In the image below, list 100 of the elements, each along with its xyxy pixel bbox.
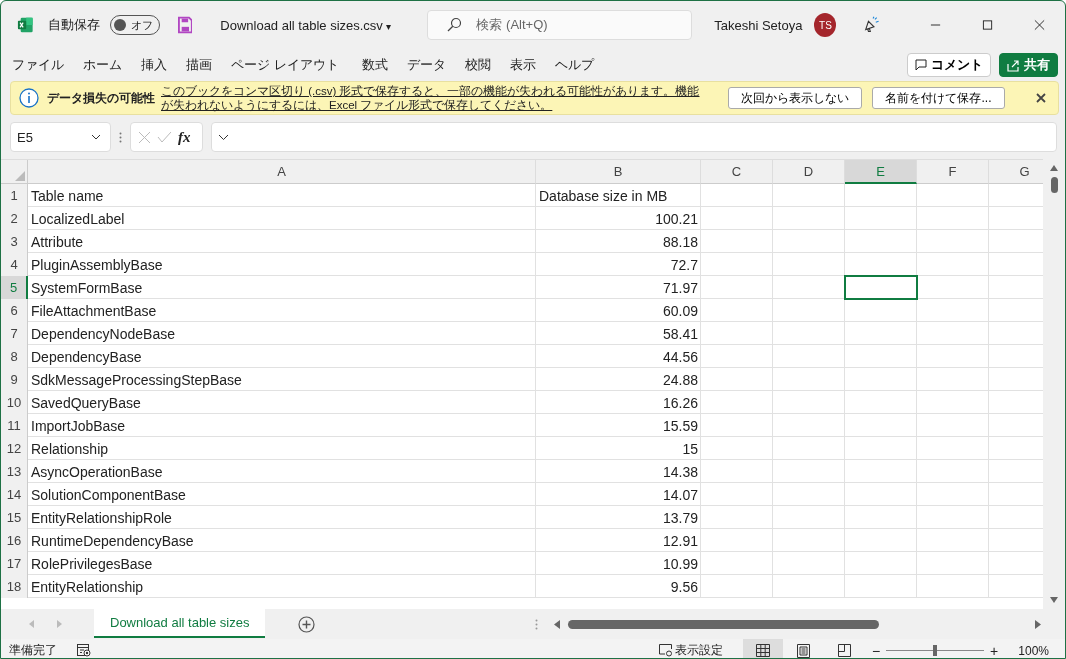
- ribbon-tab[interactable]: ホーム: [83, 56, 122, 74]
- display-settings-button[interactable]: 表示設定: [658, 642, 723, 658]
- row-header[interactable]: 1: [1, 184, 28, 207]
- comment-button[interactable]: コメント: [907, 53, 991, 77]
- row-header[interactable]: 12: [1, 437, 28, 460]
- normal-view-button[interactable]: [742, 639, 783, 658]
- table-cell: 71.97: [662, 279, 698, 296]
- zoom-out-button[interactable]: −: [871, 642, 881, 658]
- column-header[interactable]: E: [845, 160, 917, 184]
- column-header[interactable]: A: [28, 160, 536, 184]
- message-button[interactable]: 次回から表示しない: [728, 87, 862, 109]
- table-cell: 88.18: [662, 233, 698, 250]
- table-cell: 14.38: [662, 463, 698, 480]
- scroll-down-icon[interactable]: [1050, 597, 1058, 603]
- table-cell: 16.26: [662, 394, 698, 411]
- table-cell: 14.07: [662, 486, 698, 503]
- table-cell: PluginAssemblyBase: [31, 256, 163, 273]
- table-cell: Table name: [31, 187, 104, 204]
- table-cell: EntityRelationship: [31, 578, 144, 595]
- ribbon-tab[interactable]: 挿入: [141, 56, 167, 74]
- row-header[interactable]: 4: [1, 253, 28, 276]
- ribbon-tab[interactable]: ページ レイアウト: [231, 56, 339, 74]
- ribbon-tab[interactable]: 数式: [361, 56, 388, 74]
- message-button[interactable]: 名前を付けて保存...: [872, 87, 1005, 109]
- chevron-down-icon[interactable]: [218, 133, 229, 141]
- column-header[interactable]: G: [989, 160, 1043, 184]
- excel-logo-icon: [17, 16, 34, 34]
- megaphone-icon[interactable]: [862, 15, 881, 35]
- ribbon-tab[interactable]: 描画: [186, 56, 212, 74]
- table-cell: 12.91: [662, 532, 698, 549]
- insert-function-button[interactable]: fx: [178, 128, 191, 146]
- ribbon-tab[interactable]: 校閲: [464, 56, 491, 74]
- row-header[interactable]: 18: [1, 575, 28, 598]
- search-field[interactable]: 検索 (Alt+Q): [427, 10, 693, 40]
- row-header[interactable]: 15: [1, 506, 28, 529]
- check-icon[interactable]: [157, 131, 172, 143]
- grid-icon: [755, 644, 770, 657]
- column-header[interactable]: C: [701, 160, 773, 184]
- horizontal-scrollbar[interactable]: [568, 619, 879, 629]
- row-header[interactable]: 13: [1, 460, 28, 483]
- row-header[interactable]: 5: [1, 276, 28, 299]
- scroll-left-icon[interactable]: [554, 619, 560, 629]
- row-header[interactable]: 7: [1, 322, 28, 345]
- zoom-in-button[interactable]: +: [990, 642, 999, 658]
- row-header[interactable]: 2: [1, 207, 28, 230]
- table-cell: DependencyBase: [31, 348, 142, 365]
- table-cell: 72.7: [670, 256, 698, 273]
- table-cell: 24.88: [662, 371, 698, 388]
- table-cell: 100.21: [655, 210, 698, 227]
- row-header[interactable]: 11: [1, 414, 28, 437]
- table-cell: DependencyNodeBase: [31, 325, 175, 342]
- table-cell: RolePrivilegesBase: [31, 555, 153, 572]
- column-header[interactable]: F: [917, 160, 989, 184]
- column-header[interactable]: D: [773, 160, 845, 184]
- ribbon-tab[interactable]: ファイル: [12, 56, 64, 74]
- info-icon: [19, 88, 39, 108]
- zoom-level[interactable]: 100%: [1018, 643, 1049, 658]
- maximize-icon[interactable]: [981, 19, 993, 31]
- save-icon[interactable]: [177, 16, 193, 34]
- ribbon-tab[interactable]: 表示: [509, 56, 536, 74]
- table-cell: 13.79: [662, 509, 698, 526]
- table-cell: 9.56: [670, 578, 698, 595]
- row-header[interactable]: 8: [1, 345, 28, 368]
- row-header[interactable]: 17: [1, 552, 28, 575]
- message-link[interactable]: このブックをコンマ区切り (.csv) 形式で保存すると、一部の機能が失われる可能性があります。機能が失われないようにするには、Excel ファイル形式で保存してください。: [161, 84, 706, 112]
- row-header[interactable]: 9: [1, 368, 28, 391]
- autosave-label: 自動保存: [47, 16, 100, 34]
- row-header[interactable]: 10: [1, 391, 28, 414]
- ribbon-tab[interactable]: ヘルプ: [554, 56, 594, 74]
- table-cell: SystemFormBase: [31, 279, 143, 296]
- message-title: データ損失の可能性: [47, 89, 155, 107]
- scroll-right-icon[interactable]: [1035, 619, 1041, 629]
- zoom-slider-thumb[interactable]: [933, 645, 938, 656]
- column-header[interactable]: B: [536, 160, 701, 184]
- sheet-tab[interactable]: Download all table sizes: [94, 608, 266, 638]
- table-cell: SdkMessageProcessingStepBase: [31, 371, 242, 388]
- ribbon-tab[interactable]: データ: [406, 56, 446, 74]
- cell-cursor[interactable]: [844, 275, 918, 300]
- filename-dropdown[interactable]: Download all table sizes.csv ▾: [220, 17, 392, 33]
- table-cell: RuntimeDependencyBase: [31, 532, 194, 549]
- row-header[interactable]: 14: [1, 483, 28, 506]
- add-sheet-icon[interactable]: [298, 615, 316, 633]
- formula-field[interactable]: [211, 122, 1057, 152]
- name-box[interactable]: E5: [10, 122, 111, 152]
- table-cell: SolutionComponentBase: [31, 486, 186, 503]
- user-avatar[interactable]: TS: [814, 13, 837, 37]
- close-icon[interactable]: [1036, 93, 1046, 103]
- user-name: Takeshi Setoya: [714, 17, 803, 33]
- scroll-up-icon[interactable]: [1050, 165, 1058, 171]
- row-header[interactable]: 3: [1, 230, 28, 253]
- table-cell: 10.99: [662, 555, 698, 572]
- row-header[interactable]: 16: [1, 529, 28, 552]
- chevron-down-icon: [91, 134, 101, 140]
- table-cell: SavedQueryBase: [31, 394, 141, 411]
- vertical-scrollbar[interactable]: [1050, 177, 1058, 193]
- table-cell: Relationship: [31, 440, 109, 457]
- share-button[interactable]: 共有: [999, 53, 1058, 77]
- page-break-icon: [838, 644, 852, 657]
- display-settings-icon: [658, 644, 673, 657]
- row-header[interactable]: 6: [1, 299, 28, 322]
